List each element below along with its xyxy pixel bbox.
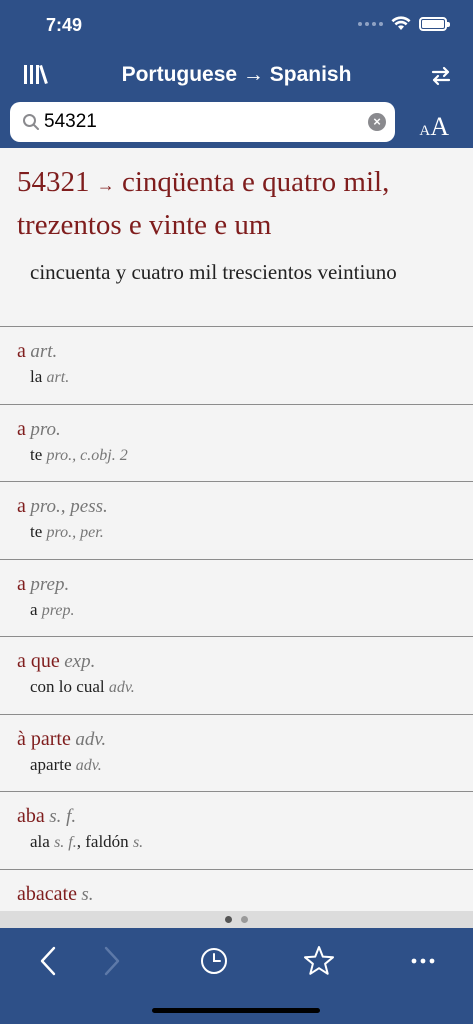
- signal-icon: [358, 21, 383, 26]
- page-indicator[interactable]: [0, 911, 473, 928]
- page-dot[interactable]: [241, 916, 248, 923]
- list-item[interactable]: à parte adv. aparte adv.: [0, 715, 473, 792]
- entry-pos: s.: [81, 883, 94, 905]
- entry-pos: art.: [30, 341, 58, 362]
- entry-pos: prep.: [30, 573, 70, 595]
- wifi-icon: [391, 16, 411, 30]
- list-item[interactable]: a que exp. con lo cual adv.: [0, 637, 473, 715]
- search-bar[interactable]: ×: [10, 102, 395, 142]
- entry-term: a: [17, 340, 26, 362]
- entry-translation: te pro., c.obj. 2: [30, 444, 128, 464]
- font-size-button[interactable]: AA: [419, 112, 449, 142]
- entry-term: a: [17, 417, 26, 440]
- list-item[interactable]: a art. la art.: [0, 327, 473, 405]
- entry-term: abacate: [17, 882, 77, 905]
- main-entry-headword: 54321 → cinqüenta e quatro mil, trezento…: [17, 162, 456, 245]
- star-icon[interactable]: [302, 944, 336, 978]
- home-indicator[interactable]: [152, 1008, 320, 1013]
- entry-term: a que: [17, 650, 60, 672]
- entry-translation: ala s. f., faldón s.: [30, 832, 144, 851]
- font-size-big-label: A: [430, 112, 449, 141]
- entry-term: aba: [17, 805, 45, 827]
- clear-icon[interactable]: ×: [368, 113, 386, 131]
- entry-translation: te pro., per.: [30, 522, 104, 541]
- battery-icon: [419, 16, 450, 31]
- results-list[interactable]: 54321 → cinqüenta e quatro mil, trezento…: [0, 148, 473, 911]
- top-bar: 7:49 Portuguese → Spanish × AA: [0, 0, 473, 148]
- entry-pos: s. f.: [49, 806, 77, 827]
- page-dot-active[interactable]: [225, 916, 232, 923]
- nav-title: Portuguese → Spanish: [121, 63, 352, 86]
- entry-pos: pro.: [30, 418, 61, 440]
- entry-translation: con lo cual adv.: [30, 677, 135, 696]
- entry-pos: exp.: [64, 651, 96, 672]
- forward-icon[interactable]: [94, 944, 128, 978]
- list-item[interactable]: aba s. f. ala s. f., faldón s.: [0, 792, 473, 870]
- list-item[interactable]: a pro., pess. te pro., per.: [0, 482, 473, 560]
- entry-term: à parte: [17, 727, 71, 750]
- back-icon[interactable]: [32, 944, 66, 978]
- status-time: 7:49: [46, 15, 83, 35]
- list-item[interactable]: a prep. a prep.: [0, 560, 473, 637]
- entry-translation: la art.: [30, 367, 70, 386]
- list-item[interactable]: a pro. te pro., c.obj. 2: [0, 405, 473, 482]
- entry-pos: pro., pess.: [30, 496, 108, 517]
- search-input[interactable]: [44, 108, 364, 136]
- entry-translation: a prep.: [30, 599, 75, 619]
- entry-translation: aparte adv.: [30, 754, 102, 774]
- main-entry-term: 54321: [17, 166, 90, 198]
- status-icons: [358, 16, 450, 31]
- main-entry-translation: cincuenta y cuatro mil trescientos veint…: [30, 260, 397, 284]
- list-item[interactable]: abacate s.: [0, 870, 473, 912]
- font-size-small-label: A: [419, 123, 431, 139]
- more-icon[interactable]: [406, 944, 440, 978]
- entry-pos: adv.: [75, 728, 107, 750]
- entry-term: a: [17, 495, 26, 517]
- history-icon[interactable]: [197, 944, 231, 978]
- swap-icon[interactable]: [429, 64, 453, 88]
- search-icon: [23, 114, 39, 130]
- entry-term: a: [17, 572, 26, 595]
- main-entry[interactable]: 54321 → cinqüenta e quatro mil, trezento…: [0, 148, 473, 327]
- arrow-icon: →: [96, 175, 115, 195]
